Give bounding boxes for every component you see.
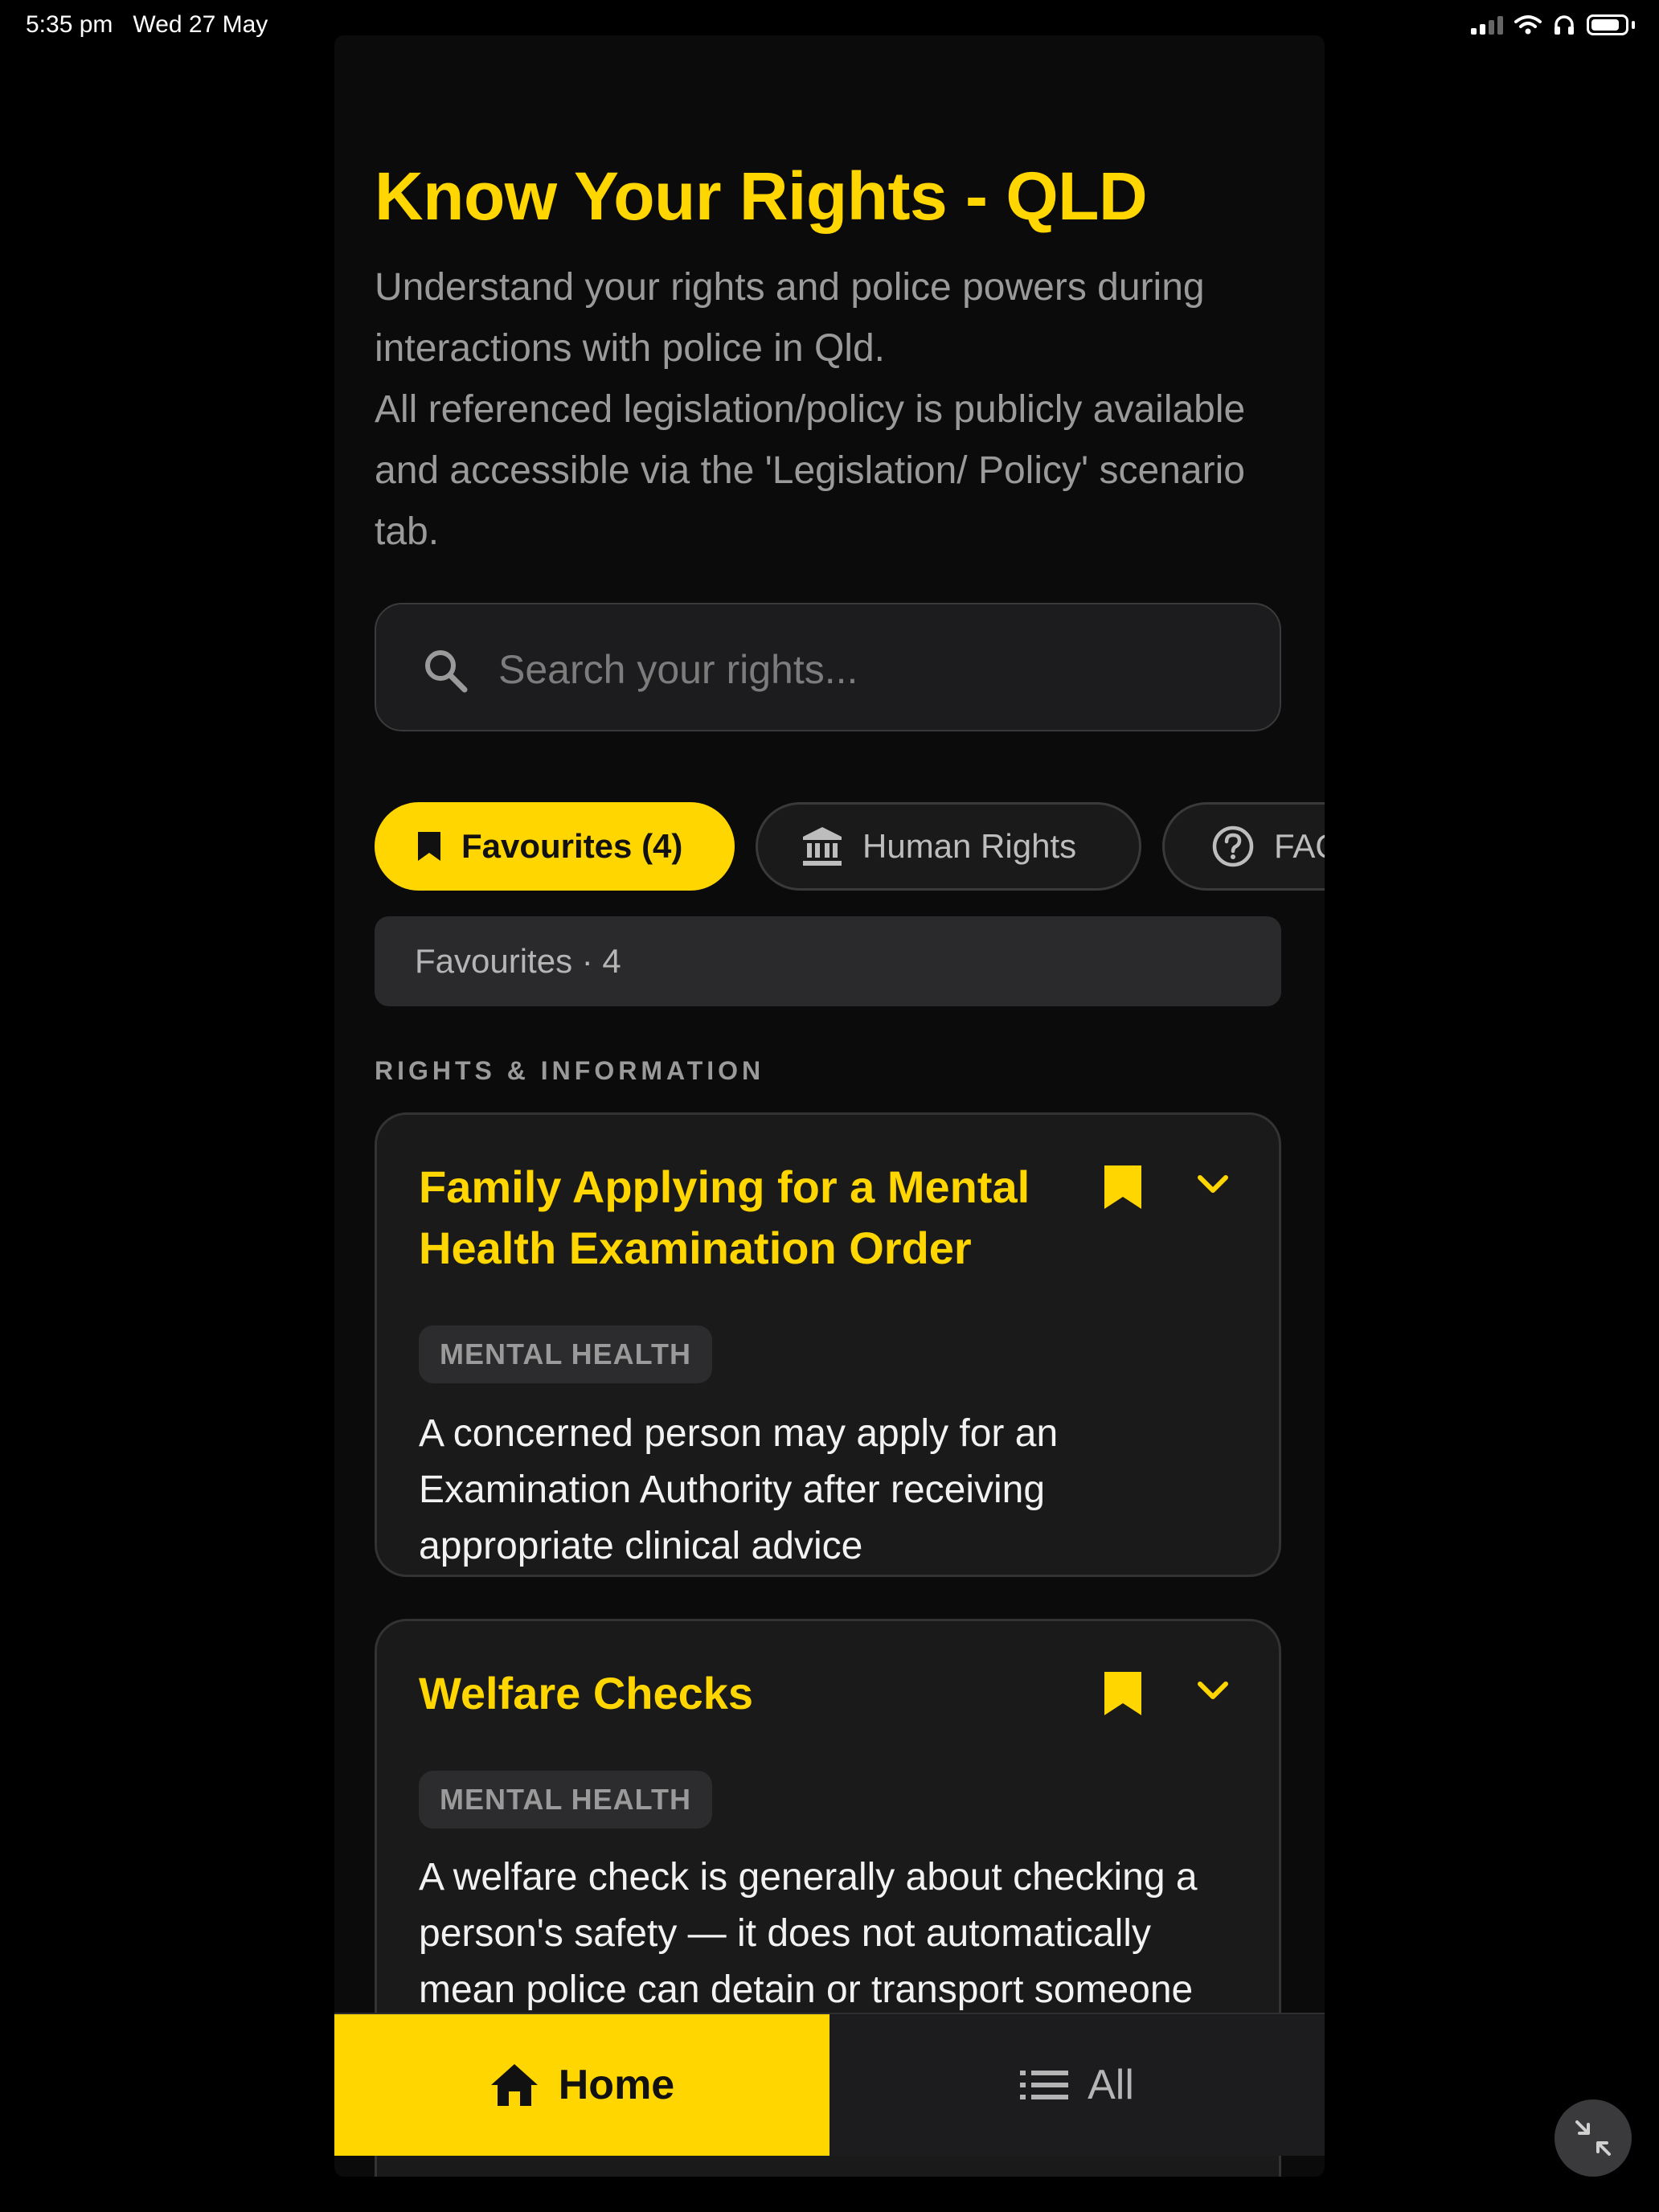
search-icon bbox=[425, 650, 468, 693]
bookmark-icon[interactable] bbox=[1102, 1669, 1144, 1718]
status-icons bbox=[1471, 14, 1635, 35]
nav-all-tab[interactable]: All bbox=[830, 2014, 1325, 2156]
battery-tip bbox=[1632, 21, 1635, 29]
bookmark-icon[interactable] bbox=[1102, 1163, 1144, 1211]
nav-home-label: Home bbox=[558, 2062, 675, 2108]
category-tag: MENTAL HEALTH bbox=[419, 1771, 712, 1829]
section-heading: RIGHTS & INFORMATION bbox=[375, 1056, 765, 1085]
page-title: Know Your Rights - QLD bbox=[375, 158, 1148, 234]
card-title: Welfare Checks bbox=[419, 1668, 754, 1718]
minimize-button[interactable] bbox=[1555, 2099, 1632, 2177]
chevron-down-icon[interactable] bbox=[1194, 1677, 1232, 1706]
card-title: Family Applying for a Mental Health Exam… bbox=[419, 1161, 1030, 1273]
search-box[interactable] bbox=[375, 603, 1281, 731]
nav-home-tab[interactable]: Home bbox=[334, 2014, 830, 2156]
chevron-down-icon[interactable] bbox=[1194, 1171, 1232, 1200]
card-description: A concerned person may apply for an Exam… bbox=[419, 1412, 1059, 1567]
battery-icon bbox=[1587, 14, 1628, 35]
cellular-signal-icon bbox=[1471, 15, 1503, 35]
status-time: 5:35 pm Wed 27 May bbox=[26, 11, 268, 38]
intro-text: Understand your rights and police powers… bbox=[375, 257, 1284, 563]
headphones-icon bbox=[1555, 15, 1574, 35]
right-card[interactable]: Family Applying for a Mental Health Exam… bbox=[375, 1112, 1281, 1577]
bottom-nav: Home All bbox=[334, 2013, 1325, 2156]
chip-faq[interactable]: FAQ bbox=[1162, 802, 1325, 891]
search-input[interactable] bbox=[497, 637, 1239, 703]
favourites-count-bar: Favourites · 4 bbox=[375, 916, 1281, 1006]
nav-all-label: All bbox=[1088, 2062, 1134, 2108]
chip-label: FAQ bbox=[1274, 827, 1325, 865]
intro-line-1: Understand your rights and police powers… bbox=[375, 266, 1205, 370]
bank-icon bbox=[803, 827, 842, 866]
wifi-icon bbox=[1514, 15, 1542, 35]
chip-human-rights[interactable]: Human Rights bbox=[756, 802, 1141, 891]
chip-label: Favourites (4) bbox=[461, 827, 683, 865]
category-tag: MENTAL HEALTH bbox=[419, 1325, 712, 1383]
category-chips: Favourites (4) Human Rights FA bbox=[375, 794, 1325, 899]
bookmark-icon bbox=[418, 832, 440, 861]
help-circle-icon bbox=[1212, 825, 1254, 867]
app-window: Know Your Rights - QLD Understand your r… bbox=[334, 35, 1325, 2177]
intro-line-2: All referenced legislation/policy is pub… bbox=[375, 388, 1246, 553]
chip-label: Human Rights bbox=[862, 827, 1077, 865]
chip-favourites[interactable]: Favourites (4) bbox=[375, 802, 735, 891]
card-description: A welfare check is generally about check… bbox=[419, 1856, 1198, 2011]
list-icon bbox=[1020, 2071, 1069, 2099]
home-icon bbox=[490, 2064, 538, 2106]
collapse-arrows-icon bbox=[1575, 2120, 1611, 2156]
